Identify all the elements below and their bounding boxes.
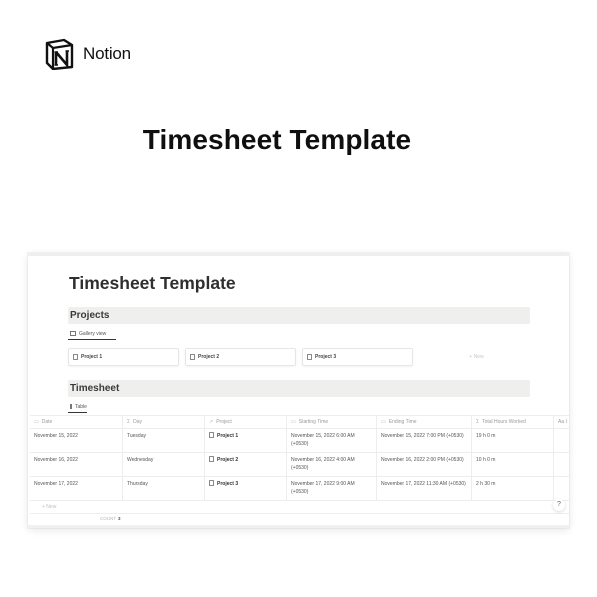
calendar-icon: ▭ xyxy=(291,418,296,425)
page-icon xyxy=(73,354,78,360)
cell-date: November 16, 2022 xyxy=(30,453,123,476)
table-row[interactable]: November 16, 2022 Wednesday Project 2 No… xyxy=(30,453,569,477)
count-label: COUNT xyxy=(100,516,116,521)
cell-day: Tuesday xyxy=(123,429,205,452)
cell-date: November 15, 2022 xyxy=(30,429,123,452)
cell-project[interactable]: Project 3 xyxy=(205,477,287,500)
tab-label: Table xyxy=(75,403,87,410)
page-title: Timesheet Template xyxy=(69,273,236,293)
projects-gallery: Project 1 Project 2 Project 3 + New xyxy=(68,348,532,370)
cell-day: Thursday xyxy=(123,477,205,500)
column-header-date[interactable]: ▭ Date xyxy=(30,416,123,428)
cell-date: November 17, 2022 xyxy=(30,477,123,500)
column-header-starting-time[interactable]: ▭ Starting Time xyxy=(287,416,377,428)
page-icon xyxy=(190,354,195,360)
cell-extra xyxy=(554,477,569,500)
gallery-card[interactable]: Project 1 xyxy=(68,348,179,366)
cell-end: November 16, 2022 2:00 PM (+0530) xyxy=(381,457,464,463)
table-header: ▭ Date Σ Day ↗ Project ▭ Starting Time ▭ Endi… xyxy=(30,415,569,429)
timesheet-table: ▭ Date Σ Day ↗ Project ▭ Starting Time ▭ Endi… xyxy=(30,415,569,514)
gallery-icon xyxy=(70,331,76,336)
table-row[interactable]: November 15, 2022 Tuesday Project 1 Nove… xyxy=(30,429,569,453)
relation-icon: ↗ xyxy=(209,418,214,425)
tab-label: Gallery view xyxy=(79,330,107,337)
gallery-card[interactable]: Project 2 xyxy=(185,348,296,366)
tab-table-view[interactable]: Table xyxy=(68,401,87,413)
table-icon xyxy=(70,404,72,409)
projects-heading: Projects xyxy=(68,307,530,324)
brand-name: Notion xyxy=(83,44,131,63)
new-row-button[interactable]: + New xyxy=(30,501,569,514)
cell-start: November 16, 2022 4:00 AM (+0530) xyxy=(291,457,355,471)
cell-end: November 17, 2022 11:30 AM (+0530) xyxy=(381,481,466,487)
notion-page-screenshot: Timesheet Template Projects Gallery view… xyxy=(28,253,569,528)
column-header-extra[interactable]: Aa I xyxy=(554,416,569,428)
column-header-day[interactable]: Σ Day xyxy=(123,416,205,428)
gallery-card[interactable]: Project 3 xyxy=(302,348,413,366)
page-icon xyxy=(209,480,214,486)
cell-extra xyxy=(554,453,569,476)
help-button[interactable]: ? xyxy=(553,499,565,511)
count-summary[interactable]: COUNT 3 xyxy=(100,516,121,521)
cell-start: November 17, 2022 9:00 AM (+0530) xyxy=(291,481,355,495)
timesheet-heading: Timesheet xyxy=(68,380,530,397)
page-icon xyxy=(209,456,214,462)
formula-icon: Σ xyxy=(127,418,131,425)
count-value: 3 xyxy=(118,516,121,521)
new-card-button[interactable]: + New xyxy=(419,348,530,366)
card-title: Project 2 xyxy=(198,354,220,360)
topbar xyxy=(28,253,569,256)
formula-icon: Σ xyxy=(476,418,480,425)
cell-project[interactable]: Project 1 xyxy=(205,429,287,452)
notion-logo-icon xyxy=(44,38,74,70)
column-header-project[interactable]: ↗ Project xyxy=(205,416,287,428)
column-header-ending-time[interactable]: ▭ Ending Time xyxy=(377,416,472,428)
cell-total: 10 h 0 m xyxy=(472,453,554,476)
bottom-edge xyxy=(28,525,569,528)
calendar-icon: ▭ xyxy=(381,418,386,425)
page-icon xyxy=(209,432,214,438)
brand: Notion xyxy=(44,38,131,70)
hero-title: Timesheet Template xyxy=(142,124,412,155)
cell-extra xyxy=(554,429,569,452)
cell-total: 19 h 0 m xyxy=(472,429,554,452)
card-title: Project 3 xyxy=(315,354,337,360)
cell-end: November 15, 2022 7:00 PM (+0530) xyxy=(381,433,464,439)
calendar-icon: ▭ xyxy=(34,418,39,425)
cell-start: November 15, 2022 6:00 AM (+0530) xyxy=(291,433,355,447)
column-header-total-hours[interactable]: Σ Total Hours Worked xyxy=(472,416,554,428)
page-icon xyxy=(307,354,312,360)
table-row[interactable]: November 17, 2022 Thursday Project 3 Nov… xyxy=(30,477,569,501)
cell-total: 2 h 30 m xyxy=(472,477,554,500)
tab-gallery-view[interactable]: Gallery view xyxy=(68,328,116,340)
cell-day: Wednesday xyxy=(123,453,205,476)
card-title: Project 1 xyxy=(81,354,103,360)
cell-project[interactable]: Project 2 xyxy=(205,453,287,476)
